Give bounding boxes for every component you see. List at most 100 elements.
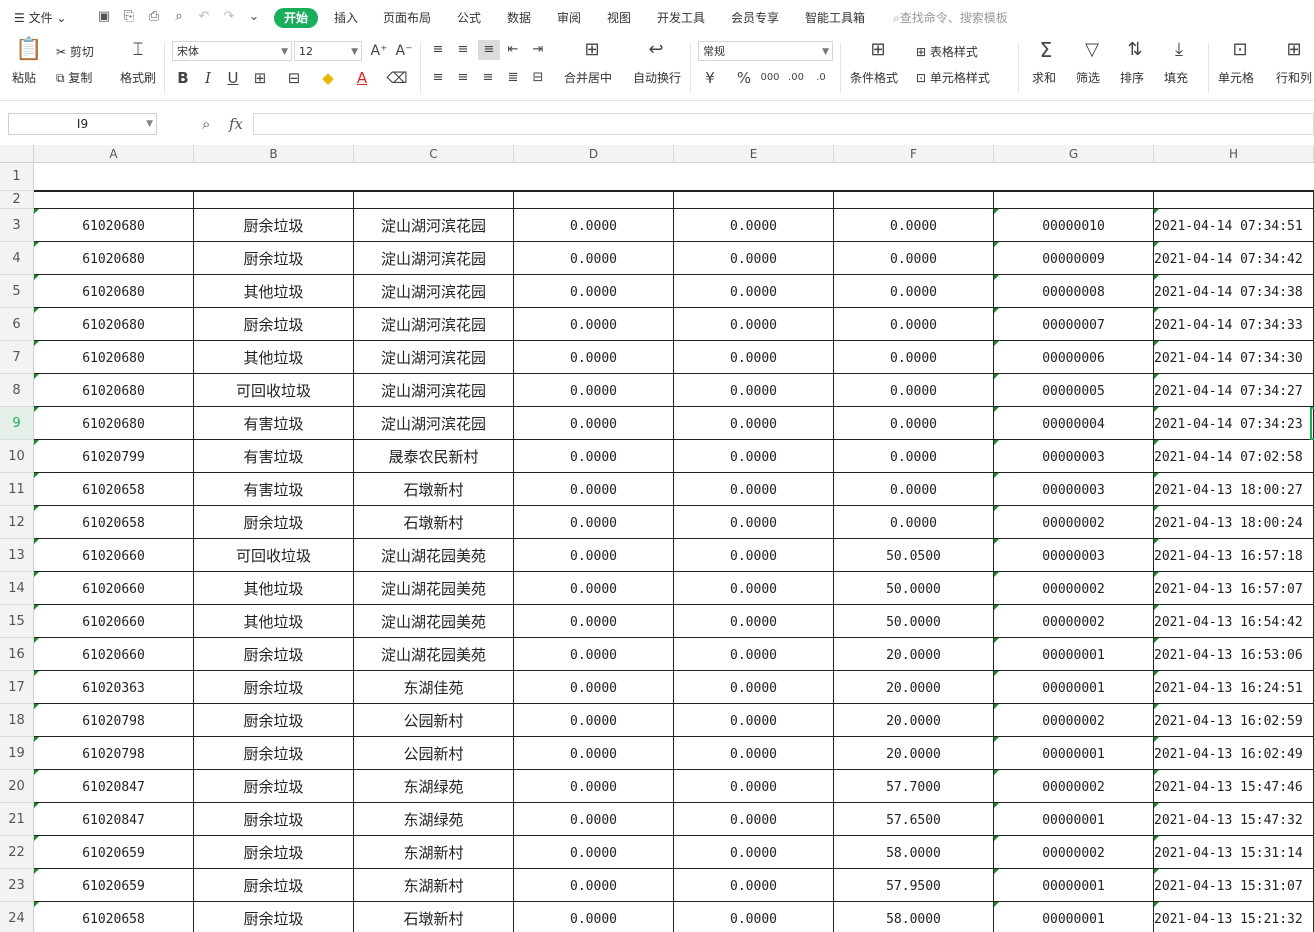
font-color-icon[interactable]: A: [351, 68, 373, 88]
table-cell[interactable]: 0.0000: [514, 308, 674, 341]
table-cell[interactable]: 61020658: [34, 473, 194, 506]
table-cell[interactable]: 0.0000: [834, 374, 994, 407]
table-cell[interactable]: 2021-04-13 16:53:06: [1154, 638, 1314, 671]
table-cell[interactable]: 东湖佳苑: [354, 671, 514, 704]
table-cell[interactable]: 其他垃圾: [194, 275, 354, 308]
row-header-8[interactable]: 8: [0, 374, 34, 407]
column-title-cell[interactable]: [354, 191, 514, 209]
format-painter-button[interactable]: 格式刷: [120, 70, 156, 86]
clear-format-icon[interactable]: ⌫: [386, 68, 408, 88]
table-cell[interactable]: 00000008: [994, 275, 1154, 308]
column-title-cell[interactable]: [34, 191, 194, 209]
table-cell[interactable]: 0.0000: [834, 209, 994, 242]
cell-style-button[interactable]: ⊡ 单元格样式: [916, 70, 990, 86]
column-header-e[interactable]: E: [674, 145, 834, 163]
table-cell[interactable]: 0.0000: [674, 638, 834, 671]
copy-button[interactable]: ⧉ 复制: [56, 70, 92, 86]
column-header-h[interactable]: H: [1154, 145, 1314, 163]
table-cell[interactable]: 00000002: [994, 836, 1154, 869]
table-cell[interactable]: 0.0000: [514, 737, 674, 770]
table-cell[interactable]: 厨余垃圾: [194, 506, 354, 539]
font-name-select[interactable]: 宋体 ▼: [172, 41, 292, 61]
currency-icon[interactable]: ¥: [701, 68, 719, 88]
table-cell[interactable]: 厨余垃圾: [194, 869, 354, 902]
table-cell[interactable]: 2021-04-13 16:54:42: [1154, 605, 1314, 638]
row-header-13[interactable]: 13: [0, 539, 34, 572]
table-cell[interactable]: 0.0000: [674, 605, 834, 638]
table-cell[interactable]: 50.0000: [834, 605, 994, 638]
table-cell[interactable]: 可回收垃圾: [194, 374, 354, 407]
table-cell[interactable]: 0.0000: [674, 671, 834, 704]
tab-formula[interactable]: 公式: [457, 8, 481, 28]
table-cell[interactable]: 淀山湖花园美苑: [354, 638, 514, 671]
table-cell[interactable]: 58.0000: [834, 836, 994, 869]
tab-data[interactable]: 数据: [507, 8, 531, 28]
row-header-22[interactable]: 22: [0, 836, 34, 869]
table-cell[interactable]: 淀山湖河滨花园: [354, 407, 514, 440]
table-cell[interactable]: 石墩新村: [354, 473, 514, 506]
table-cell[interactable]: 61020660: [34, 539, 194, 572]
row-header-4[interactable]: 4: [0, 242, 34, 275]
table-cell[interactable]: 61020660: [34, 572, 194, 605]
table-cell[interactable]: 淀山湖河滨花园: [354, 374, 514, 407]
row-header-18[interactable]: 18: [0, 704, 34, 737]
table-style-button[interactable]: ⊞ 表格样式: [916, 44, 978, 60]
table-cell[interactable]: 石墩新村: [354, 902, 514, 932]
row-header-6[interactable]: 6: [0, 308, 34, 341]
name-box[interactable]: I9 ▼: [8, 113, 157, 135]
table-cell[interactable]: 淀山湖花园美苑: [354, 605, 514, 638]
table-cell[interactable]: 淀山湖河滨花园: [354, 242, 514, 275]
table-cell[interactable]: 0.0000: [514, 836, 674, 869]
table-cell[interactable]: 61020659: [34, 869, 194, 902]
table-cell[interactable]: 57.9500: [834, 869, 994, 902]
table-cell[interactable]: 2021-04-13 15:47:46: [1154, 770, 1314, 803]
print-icon[interactable]: ⎙: [146, 9, 162, 25]
redo-icon[interactable]: ↷: [221, 9, 237, 25]
table-cell[interactable]: 2021-04-14 07:02:58: [1154, 440, 1314, 473]
table-cell[interactable]: 0.0000: [514, 902, 674, 932]
table-cell[interactable]: 61020847: [34, 770, 194, 803]
table-cell[interactable]: 2021-04-14 07:34:42: [1154, 242, 1314, 275]
align-top-icon[interactable]: ≡: [429, 40, 447, 60]
table-cell[interactable]: 东湖新村: [354, 836, 514, 869]
tab-review[interactable]: 审阅: [557, 8, 581, 28]
row-header-12[interactable]: 12: [0, 506, 34, 539]
row-header-24[interactable]: 24: [0, 902, 34, 932]
table-cell[interactable]: 2021-04-13 16:24:51: [1154, 671, 1314, 704]
tab-member[interactable]: 会员专享: [731, 8, 779, 28]
column-header-d[interactable]: D: [514, 145, 674, 163]
table-cell[interactable]: 0.0000: [674, 374, 834, 407]
table-cell[interactable]: 0.0000: [514, 803, 674, 836]
table-cell[interactable]: 公园新村: [354, 704, 514, 737]
table-cell[interactable]: 2021-04-14 07:34:23: [1154, 407, 1314, 440]
save-icon[interactable]: ▣: [96, 9, 112, 25]
table-cell[interactable]: 00000003: [994, 440, 1154, 473]
tab-smart-tools[interactable]: 智能工具箱: [805, 8, 865, 28]
table-cell[interactable]: 2021-04-13 15:47:32: [1154, 803, 1314, 836]
table-cell[interactable]: 00000002: [994, 605, 1154, 638]
table-cell[interactable]: 2021-04-14 07:34:30: [1154, 341, 1314, 374]
table-cell[interactable]: 2021-04-14 07:34:27: [1154, 374, 1314, 407]
tab-insert[interactable]: 插入: [334, 8, 358, 28]
table-cell[interactable]: 0.0000: [674, 308, 834, 341]
fill-icon[interactable]: ⤓: [1167, 40, 1191, 60]
file-menu[interactable]: ☰ 文件 ⌄: [14, 8, 66, 28]
table-cell[interactable]: 0.0000: [514, 770, 674, 803]
table-cell[interactable]: 0.0000: [674, 341, 834, 374]
table-cell[interactable]: 00000002: [994, 506, 1154, 539]
table-cell[interactable]: 淀山湖花园美苑: [354, 572, 514, 605]
filter-button[interactable]: 筛选: [1076, 70, 1100, 86]
table-cell[interactable]: 0.0000: [514, 209, 674, 242]
table-cell[interactable]: 61020659: [34, 836, 194, 869]
table-cell[interactable]: 0.0000: [674, 737, 834, 770]
column-header-f[interactable]: F: [834, 145, 994, 163]
tab-view[interactable]: 视图: [607, 8, 631, 28]
zoom-icon[interactable]: ⌕: [202, 114, 210, 134]
tab-page-layout[interactable]: 页面布局: [383, 8, 431, 28]
table-cell[interactable]: 淀山湖河滨花园: [354, 308, 514, 341]
table-cell[interactable]: 厨余垃圾: [194, 209, 354, 242]
spreadsheet-grid[interactable]: A B C D E F G H 1 2 3 4 5 6 7 8 9 10 11 12 13 14 15 16 17 18 19 20 2…: [0, 145, 1314, 932]
merge-center-button[interactable]: 合并居中: [564, 70, 612, 86]
align-left-icon[interactable]: ≡: [429, 68, 447, 88]
table-cell[interactable]: 0.0000: [674, 539, 834, 572]
